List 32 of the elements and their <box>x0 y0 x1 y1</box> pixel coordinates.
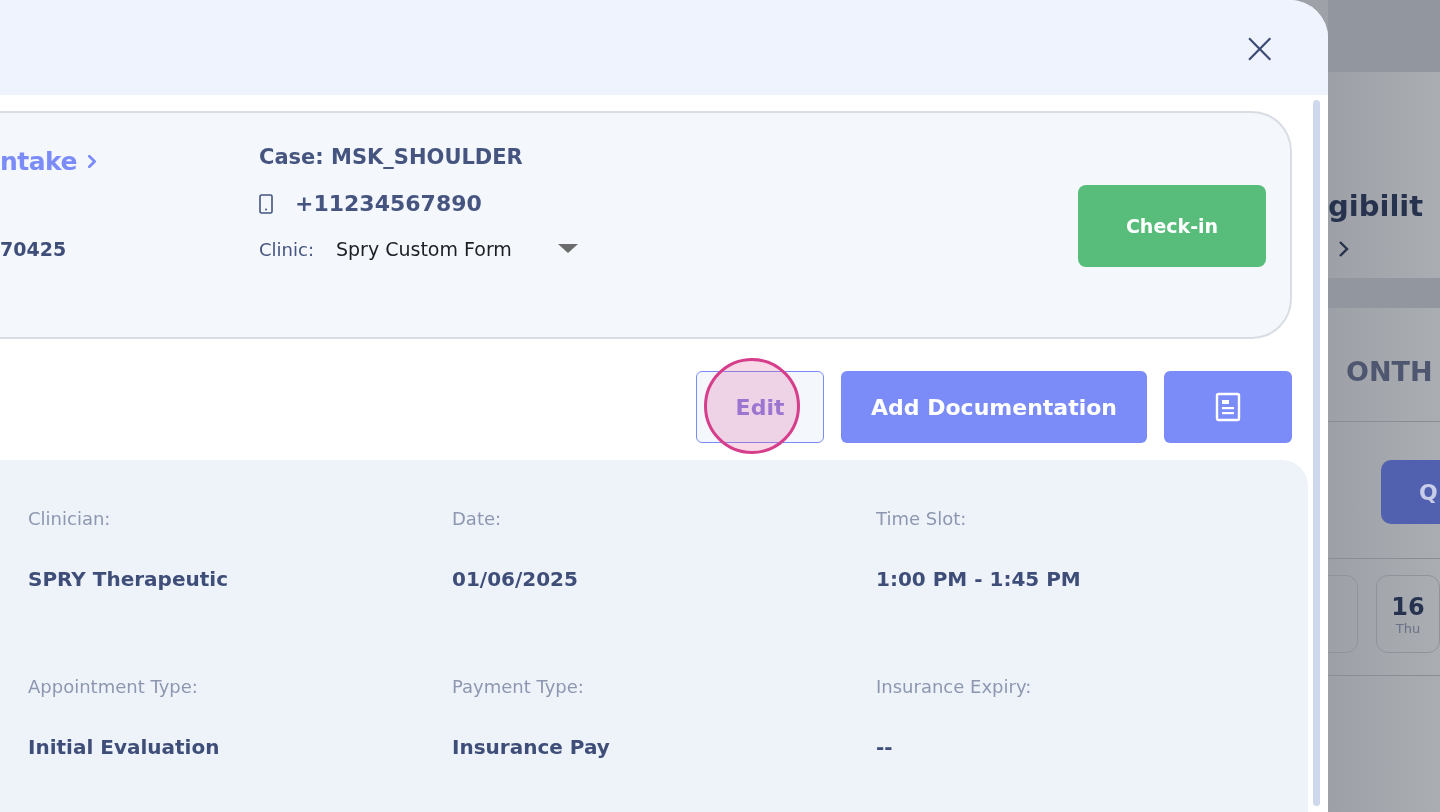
field-label: Payment Type: <box>452 676 585 697</box>
add-documentation-button[interactable]: Add Documentation <box>841 371 1147 443</box>
document-icon <box>1215 392 1241 422</box>
chevron-right-icon <box>1338 240 1350 258</box>
date-card[interactable]: 16 Thu <box>1376 575 1440 653</box>
chevron-right-icon <box>87 154 99 169</box>
field-value: Insurance Pay <box>452 735 611 759</box>
document-button[interactable] <box>1164 371 1292 443</box>
edit-button[interactable]: Edit <box>696 371 825 443</box>
patient-id: 70425 <box>0 238 68 260</box>
clinic-select[interactable]: Spry Custom Form <box>335 238 578 260</box>
field-label: Clinician: <box>28 508 112 529</box>
case-name: Case: MSK_SHOULDER <box>259 145 524 169</box>
check-in-button[interactable]: Check-in <box>1078 185 1266 267</box>
field-label: Insurance Expiry: <box>876 676 1033 697</box>
field-label: Date: <box>452 508 503 529</box>
field-value: Initial Evaluation <box>28 735 221 759</box>
field-value: 01/06/2025 <box>452 567 579 591</box>
field-value: SPRY Therapeutic <box>28 567 229 591</box>
view-tab[interactable]: ONTH <box>1328 356 1440 387</box>
clinic-label: Clinic: <box>259 238 314 260</box>
phone-icon <box>259 193 273 214</box>
field-label: Appointment Type: <box>28 676 199 697</box>
field-label: Time Slot: <box>876 508 968 529</box>
field-value: 1:00 PM - 1:45 PM <box>876 567 1082 591</box>
close-button[interactable]: × <box>1237 25 1282 70</box>
page-button[interactable]: Q <box>1381 460 1440 524</box>
field-value: -- <box>876 735 894 759</box>
intake-link[interactable]: ntake <box>0 147 78 176</box>
dropdown-caret-icon <box>557 244 578 254</box>
page-title: gibilit <box>1328 188 1425 225</box>
phone-number: +11234567890 <box>295 191 482 216</box>
